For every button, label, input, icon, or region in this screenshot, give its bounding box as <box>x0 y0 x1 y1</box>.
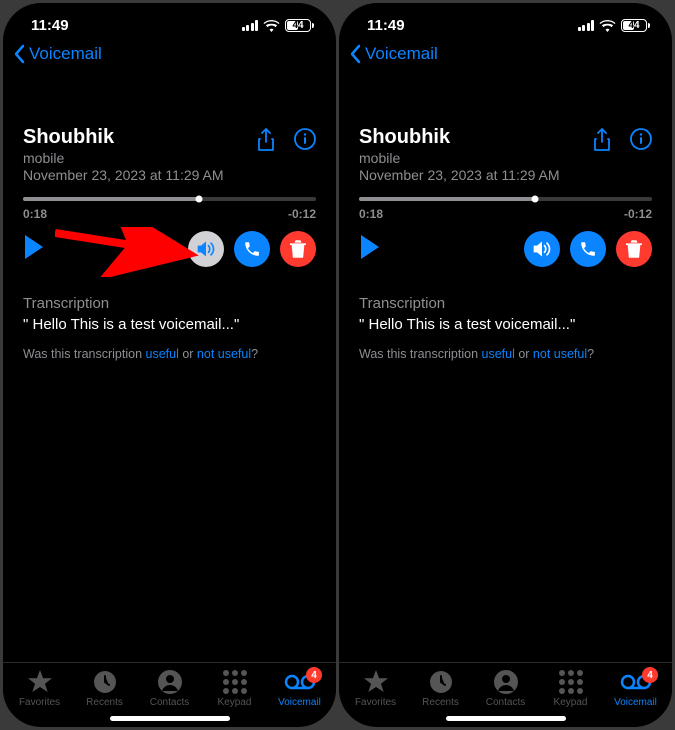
delete-button[interactable] <box>280 231 316 267</box>
play-button[interactable] <box>359 234 381 265</box>
share-icon <box>256 128 276 152</box>
speaker-icon <box>196 240 216 258</box>
time-remaining: -0:12 <box>288 207 316 221</box>
time-remaining: -0:12 <box>624 207 652 221</box>
time-elapsed: 0:18 <box>23 207 47 221</box>
voicemail-badge: 4 <box>306 667 322 683</box>
tab-recents[interactable]: Recents <box>408 669 473 708</box>
trash-icon <box>626 240 642 258</box>
time-elapsed: 0:18 <box>359 207 383 221</box>
info-button[interactable] <box>630 128 652 157</box>
info-icon <box>294 128 316 150</box>
tab-recents[interactable]: Recents <box>72 669 137 708</box>
scrubber-knob[interactable] <box>195 196 202 203</box>
content: Shoubhik mobile November 23, 2023 at 11:… <box>339 72 672 662</box>
delete-button[interactable] <box>616 231 652 267</box>
content: Shoubhik mobile November 23, 2023 at 11:… <box>3 72 336 662</box>
share-icon <box>592 128 612 152</box>
voicemail-date: November 23, 2023 at 11:29 AM <box>23 167 224 183</box>
play-button[interactable] <box>23 234 45 265</box>
feedback-not-useful-link[interactable]: not useful <box>197 347 251 361</box>
screen-right: 11:49 44 Voicemail Shoubhik mobile Novem… <box>339 3 672 727</box>
speaker-button[interactable] <box>188 231 224 267</box>
person-icon <box>494 669 518 695</box>
status-right: 44 <box>242 19 315 32</box>
clock-icon <box>429 669 453 695</box>
cellular-icon <box>578 20 595 31</box>
person-icon <box>158 669 182 695</box>
chevron-left-icon <box>349 44 361 64</box>
star-icon <box>27 669 53 695</box>
playback-scrubber[interactable] <box>23 197 316 201</box>
star-icon <box>363 669 389 695</box>
tab-contacts[interactable]: Contacts <box>473 669 538 708</box>
share-button[interactable] <box>256 128 276 157</box>
status-bar: 11:49 44 <box>339 3 672 40</box>
keypad-icon <box>559 669 583 695</box>
caller-name: Shoubhik <box>359 126 560 149</box>
status-bar: 11:49 44 <box>3 3 336 40</box>
play-icon <box>359 234 381 260</box>
keypad-icon <box>223 669 247 695</box>
clock-icon <box>93 669 117 695</box>
voicemail-date: November 23, 2023 at 11:29 AM <box>359 167 560 183</box>
transcription-label: Transcription <box>23 295 316 312</box>
home-indicator[interactable] <box>446 716 566 721</box>
call-button[interactable] <box>234 231 270 267</box>
battery-icon: 44 <box>285 19 314 32</box>
status-time: 11:49 <box>31 17 69 34</box>
tab-voicemail[interactable]: 4 Voicemail <box>267 669 332 708</box>
feedback-useful-link[interactable]: useful <box>482 347 515 361</box>
info-icon <box>630 128 652 150</box>
transcription-feedback: Was this transcription useful or not use… <box>359 347 652 361</box>
status-time: 11:49 <box>367 17 405 34</box>
battery-icon: 44 <box>621 19 650 32</box>
back-label: Voicemail <box>29 44 102 64</box>
home-indicator[interactable] <box>110 716 230 721</box>
tab-bar: Favorites Recents Contacts Keypad 4 Voic… <box>339 662 672 710</box>
tab-keypad[interactable]: Keypad <box>538 669 603 708</box>
feedback-not-useful-link[interactable]: not useful <box>533 347 587 361</box>
tab-voicemail[interactable]: 4 Voicemail <box>603 669 668 708</box>
caller-name: Shoubhik <box>23 126 224 149</box>
transcription-label: Transcription <box>359 295 652 312</box>
transcription-feedback: Was this transcription useful or not use… <box>23 347 316 361</box>
play-icon <box>23 234 45 260</box>
voicemail-badge: 4 <box>642 667 658 683</box>
transcription-text: " Hello This is a test voicemail..." <box>23 316 316 333</box>
playback-scrubber[interactable] <box>359 197 652 201</box>
trash-icon <box>290 240 306 258</box>
tab-favorites[interactable]: Favorites <box>343 669 408 708</box>
cellular-icon <box>242 20 259 31</box>
back-button[interactable]: Voicemail <box>339 40 672 72</box>
call-button[interactable] <box>570 231 606 267</box>
caller-type: mobile <box>23 150 224 166</box>
feedback-useful-link[interactable]: useful <box>146 347 179 361</box>
phone-icon <box>243 240 261 258</box>
speaker-icon <box>532 240 552 258</box>
screen-left: 11:49 44 Voicemail Shoubhik mobile Novem… <box>3 3 336 727</box>
status-right: 44 <box>578 19 651 32</box>
wifi-icon <box>599 20 616 32</box>
tab-favorites[interactable]: Favorites <box>7 669 72 708</box>
tab-contacts[interactable]: Contacts <box>137 669 202 708</box>
tab-keypad[interactable]: Keypad <box>202 669 267 708</box>
speaker-button[interactable] <box>524 231 560 267</box>
phone-icon <box>579 240 597 258</box>
back-label: Voicemail <box>365 44 438 64</box>
share-button[interactable] <box>592 128 612 157</box>
scrubber-knob[interactable] <box>531 196 538 203</box>
transcription-text: " Hello This is a test voicemail..." <box>359 316 652 333</box>
chevron-left-icon <box>13 44 25 64</box>
back-button[interactable]: Voicemail <box>3 40 336 72</box>
caller-type: mobile <box>359 150 560 166</box>
tab-bar: Favorites Recents Contacts Keypad 4 Voic… <box>3 662 336 710</box>
info-button[interactable] <box>294 128 316 157</box>
wifi-icon <box>263 20 280 32</box>
